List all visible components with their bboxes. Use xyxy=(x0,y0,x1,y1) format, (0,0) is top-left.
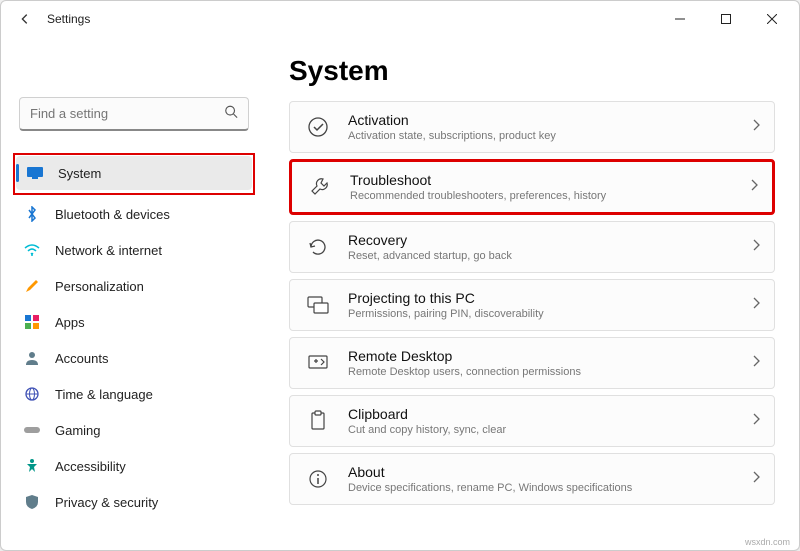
main-content: System Activation Activation state, subs… xyxy=(261,37,799,550)
card-title: Projecting to this PC xyxy=(348,290,742,306)
window-controls xyxy=(657,3,795,35)
system-icon xyxy=(26,164,44,182)
settings-window: Settings xyxy=(0,0,800,551)
minimize-button[interactable] xyxy=(657,3,703,35)
card-title: Activation xyxy=(348,112,742,128)
globe-icon xyxy=(23,385,41,403)
sidebar-item-system[interactable]: System xyxy=(16,156,252,190)
card-remote-desktop[interactable]: Remote Desktop Remote Desktop users, con… xyxy=(289,337,775,389)
card-desc: Cut and copy history, sync, clear xyxy=(348,424,742,436)
shield-icon xyxy=(23,493,41,511)
sidebar-item-network[interactable]: Network & internet xyxy=(13,233,255,267)
card-text: Recovery Reset, advanced startup, go bac… xyxy=(348,232,742,262)
card-title: Clipboard xyxy=(348,406,742,422)
card-desc: Recommended troubleshooters, preferences… xyxy=(350,190,740,202)
sidebar-item-label: Privacy & security xyxy=(55,495,158,510)
back-button[interactable] xyxy=(13,7,37,31)
card-desc: Permissions, pairing PIN, discoverabilit… xyxy=(348,308,742,320)
chevron-right-icon xyxy=(752,296,760,314)
sidebar-item-apps[interactable]: Apps xyxy=(13,305,255,339)
brush-icon xyxy=(23,277,41,295)
sidebar-item-label: Personalization xyxy=(55,279,144,294)
chevron-right-icon xyxy=(752,354,760,372)
card-troubleshoot[interactable]: Troubleshoot Recommended troubleshooters… xyxy=(289,159,775,215)
body: System Bluetooth & devices Network & int… xyxy=(1,37,799,550)
search-box[interactable] xyxy=(19,97,249,131)
sidebar-item-accessibility[interactable]: Accessibility xyxy=(13,449,255,483)
card-recovery[interactable]: Recovery Reset, advanced startup, go bac… xyxy=(289,221,775,273)
sidebar-item-label: Time & language xyxy=(55,387,153,402)
sidebar-item-label: Apps xyxy=(55,315,85,330)
card-text: Troubleshoot Recommended troubleshooters… xyxy=(350,172,740,202)
gamepad-icon xyxy=(23,421,41,439)
sidebar-item-time[interactable]: Time & language xyxy=(13,377,255,411)
sidebar-item-bluetooth[interactable]: Bluetooth & devices xyxy=(13,197,255,231)
sidebar-item-label: System xyxy=(58,166,101,181)
watermark: wsxdn.com xyxy=(745,537,790,547)
remote-icon xyxy=(304,349,332,377)
page-title: System xyxy=(289,55,775,87)
card-title: Recovery xyxy=(348,232,742,248)
close-button[interactable] xyxy=(749,3,795,35)
card-clipboard[interactable]: Clipboard Cut and copy history, sync, cl… xyxy=(289,395,775,447)
chevron-right-icon xyxy=(752,412,760,430)
chevron-right-icon xyxy=(750,178,758,196)
card-activation[interactable]: Activation Activation state, subscriptio… xyxy=(289,101,775,153)
check-circle-icon xyxy=(304,113,332,141)
chevron-right-icon xyxy=(752,118,760,136)
search-icon xyxy=(224,104,238,123)
highlight-sidebar: System xyxy=(13,153,255,195)
person-icon xyxy=(23,349,41,367)
sidebar-item-accounts[interactable]: Accounts xyxy=(13,341,255,375)
card-about[interactable]: About Device specifications, rename PC, … xyxy=(289,453,775,505)
sidebar-item-label: Network & internet xyxy=(55,243,162,258)
window-title: Settings xyxy=(47,12,90,26)
wrench-icon xyxy=(306,173,334,201)
apps-icon xyxy=(23,313,41,331)
card-desc: Reset, advanced startup, go back xyxy=(348,250,742,262)
chevron-right-icon xyxy=(752,470,760,488)
clipboard-icon xyxy=(304,407,332,435)
sidebar-item-label: Accounts xyxy=(55,351,108,366)
card-desc: Activation state, subscriptions, product… xyxy=(348,130,742,142)
sidebar-item-privacy[interactable]: Privacy & security xyxy=(13,485,255,519)
recovery-icon xyxy=(304,233,332,261)
card-desc: Remote Desktop users, connection permiss… xyxy=(348,366,742,378)
card-title: Remote Desktop xyxy=(348,348,742,364)
sidebar-item-gaming[interactable]: Gaming xyxy=(13,413,255,447)
sidebar-item-personalization[interactable]: Personalization xyxy=(13,269,255,303)
card-title: About xyxy=(348,464,742,480)
sidebar-item-label: Bluetooth & devices xyxy=(55,207,170,222)
sidebar-item-label: Gaming xyxy=(55,423,101,438)
sidebar-nav: System Bluetooth & devices Network & int… xyxy=(13,153,255,519)
card-desc: Device specifications, rename PC, Window… xyxy=(348,482,742,494)
sidebar: System Bluetooth & devices Network & int… xyxy=(1,37,261,550)
sidebar-item-label: Accessibility xyxy=(55,459,126,474)
card-text: Activation Activation state, subscriptio… xyxy=(348,112,742,142)
project-icon xyxy=(304,291,332,319)
chevron-right-icon xyxy=(752,238,760,256)
card-text: Remote Desktop Remote Desktop users, con… xyxy=(348,348,742,378)
card-text: Projecting to this PC Permissions, pairi… xyxy=(348,290,742,320)
card-text: About Device specifications, rename PC, … xyxy=(348,464,742,494)
info-icon xyxy=(304,465,332,493)
settings-cards: Activation Activation state, subscriptio… xyxy=(289,101,775,505)
card-projecting[interactable]: Projecting to this PC Permissions, pairi… xyxy=(289,279,775,331)
search-input[interactable] xyxy=(20,98,248,129)
titlebar: Settings xyxy=(1,1,799,37)
accessibility-icon xyxy=(23,457,41,475)
wifi-icon xyxy=(23,241,41,259)
card-text: Clipboard Cut and copy history, sync, cl… xyxy=(348,406,742,436)
maximize-button[interactable] xyxy=(703,3,749,35)
bluetooth-icon xyxy=(23,205,41,223)
card-title: Troubleshoot xyxy=(350,172,740,188)
